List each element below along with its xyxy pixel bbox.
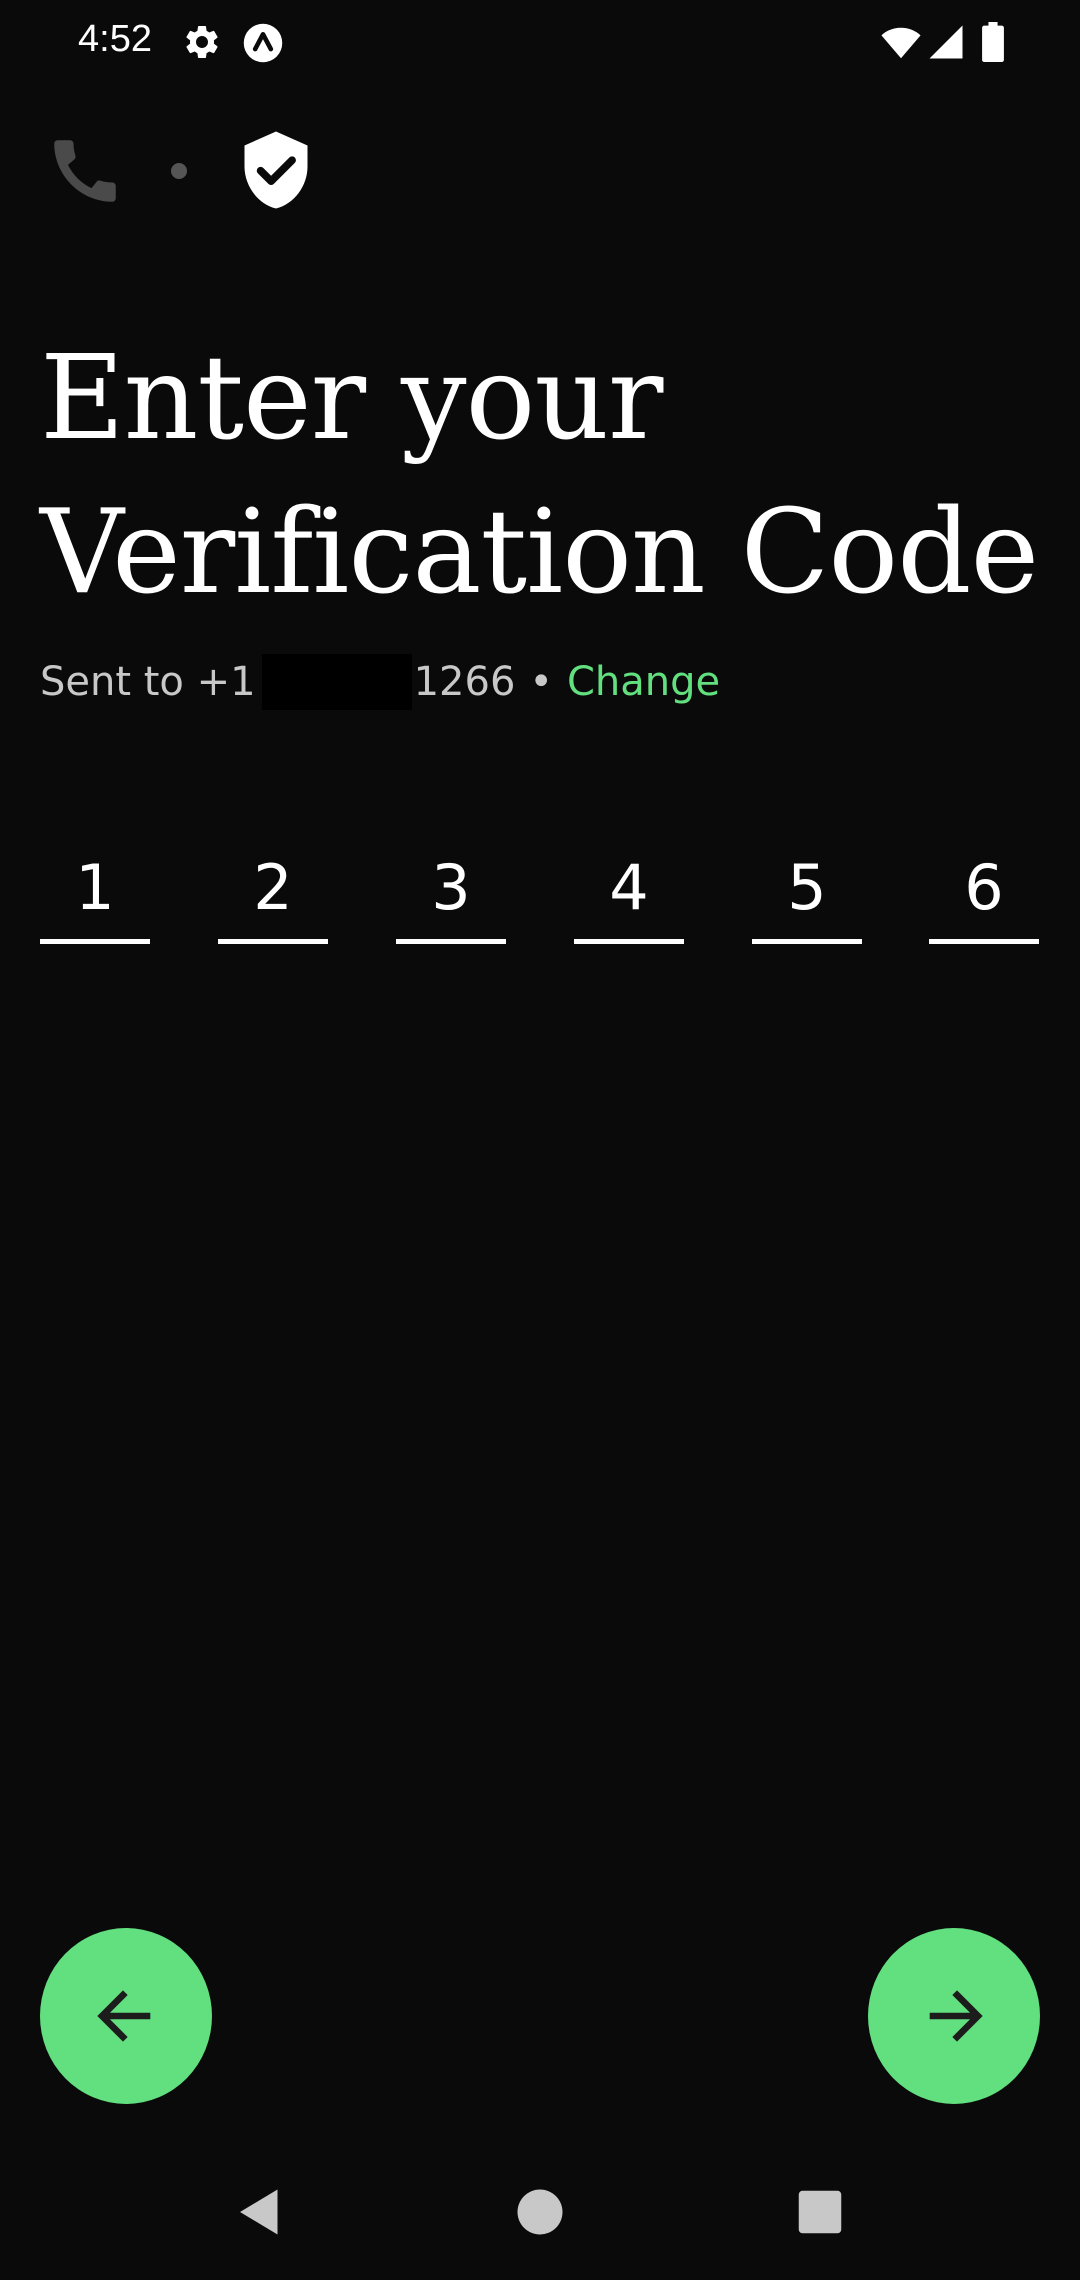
wifi-icon	[881, 27, 921, 59]
code-digit-3[interactable]: 3	[396, 840, 506, 944]
signal-icon	[929, 25, 963, 59]
system-home-icon[interactable]	[510, 2182, 570, 2242]
redacted-phone-number	[261, 654, 412, 710]
gear-icon	[186, 25, 218, 58]
next-button[interactable]	[868, 1928, 1040, 2104]
system-back-icon[interactable]	[230, 2182, 290, 2242]
back-button[interactable]	[40, 1928, 212, 2104]
sent-to-prefix: Sent to +1	[40, 659, 256, 705]
verification-code-input: 1 2 3 4 5 6	[40, 840, 1040, 944]
code-digit-5[interactable]: 5	[752, 840, 862, 944]
status-time: 4:52	[78, 18, 152, 60]
separator-dot: •	[529, 659, 553, 705]
code-digit-2[interactable]: 2	[218, 840, 328, 944]
code-digit-1[interactable]: 1	[40, 840, 150, 944]
battery-icon	[982, 22, 1004, 62]
progress-dot	[171, 163, 187, 179]
change-number-link[interactable]: Change	[567, 659, 720, 705]
page-title: Enter your Verification Code	[40, 331, 1039, 620]
shield-check-icon	[244, 131, 308, 209]
system-recents-icon[interactable]	[790, 2182, 850, 2242]
code-digit-4[interactable]: 4	[574, 840, 684, 944]
arrow-left-icon	[97, 1990, 151, 2042]
phone-number-suffix: 1266	[413, 659, 516, 705]
code-digit-6[interactable]: 6	[929, 840, 1039, 944]
sent-to-line: Sent to +1 1266 • Change	[40, 652, 720, 712]
phone-icon	[54, 140, 116, 202]
app-status-icon	[243, 23, 283, 63]
status-bar: 4:52	[0, 0, 1080, 86]
arrow-right-icon	[929, 1990, 983, 2042]
